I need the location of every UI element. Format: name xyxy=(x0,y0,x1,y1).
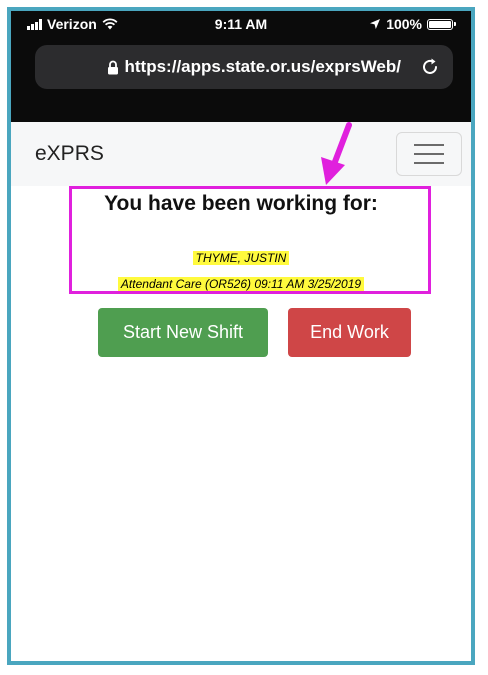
battery-percent: 100% xyxy=(386,16,422,32)
url-display[interactable]: https://apps.state.or.us/exprsWeb/ xyxy=(35,45,407,89)
status-right: 100% xyxy=(369,16,456,32)
end-work-button[interactable]: End Work xyxy=(288,308,411,357)
location-arrow-icon xyxy=(370,19,381,29)
site-navbar: eXPRS xyxy=(11,122,471,186)
annotation-highlight-box xyxy=(69,186,431,294)
url-text: https://apps.state.or.us/exprsWeb/ xyxy=(124,57,401,76)
hamburger-menu-icon[interactable] xyxy=(396,132,462,176)
status-bar: Verizon 9:11 AM 100% xyxy=(11,11,471,37)
reload-icon[interactable] xyxy=(419,56,441,78)
start-new-shift-button[interactable]: Start New Shift xyxy=(98,308,268,357)
pointer-arrow-icon xyxy=(321,122,352,185)
lock-icon xyxy=(107,60,118,74)
screenshot-frame: Verizon 9:11 AM 100% https://apps.state.… xyxy=(7,7,475,665)
phone-top-bar: Verizon 9:11 AM 100% https://apps.state.… xyxy=(11,11,471,122)
action-buttons: Start New Shift End Work xyxy=(98,308,411,357)
battery-icon xyxy=(427,18,456,30)
site-brand[interactable]: eXPRS xyxy=(35,142,104,166)
address-bar[interactable]: https://apps.state.or.us/exprsWeb/ xyxy=(35,45,453,89)
